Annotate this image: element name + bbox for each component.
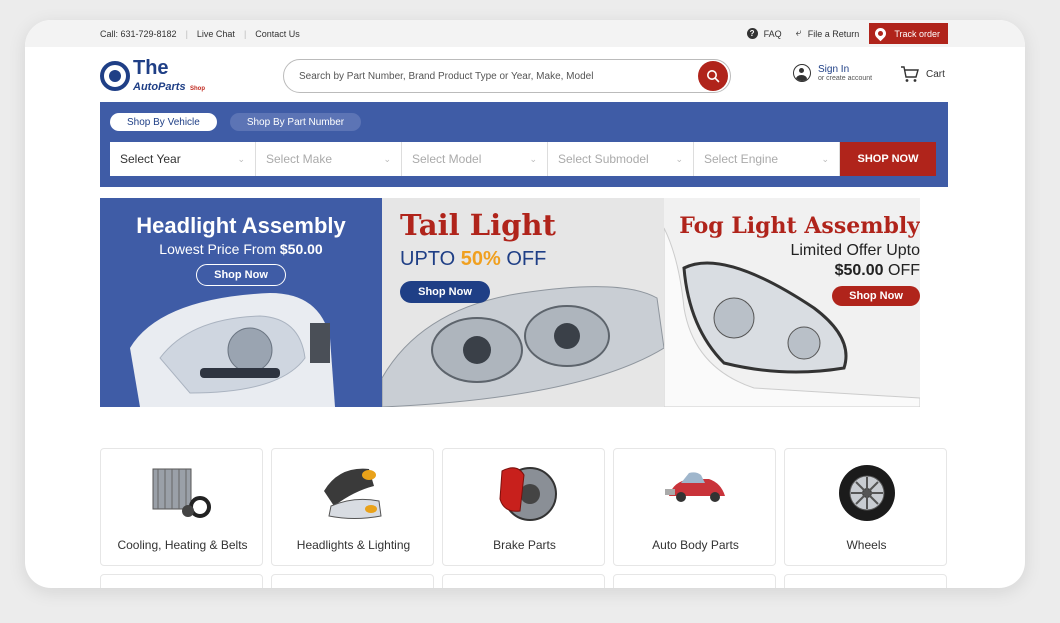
select-year-label: Select Year: [120, 152, 181, 166]
select-submodel[interactable]: Select Submodel ⌄: [548, 142, 694, 176]
category-grid: Cooling, Heating & Belts Headlights & Li…: [100, 448, 955, 566]
cart-icon: [901, 66, 919, 82]
category-label: Brake Parts: [493, 538, 556, 552]
chevron-down-icon: ⌄: [383, 153, 391, 164]
logo-text-shop: Shop: [190, 86, 206, 92]
sign-in-label: Sign In: [818, 63, 850, 75]
cart-label: Cart: [926, 68, 945, 80]
headlight-icon: [323, 468, 382, 519]
select-engine[interactable]: Select Engine ⌄: [694, 142, 840, 176]
chevron-down-icon: ⌄: [675, 153, 683, 164]
banner-subtitle-prefix: Lowest Price From: [159, 241, 276, 257]
category-card[interactable]: [784, 574, 947, 588]
banner-subtitle: Lowest Price From $50.00: [100, 241, 382, 257]
wheel-icon: [838, 465, 895, 521]
logo-text-autoparts: AutoParts: [133, 81, 186, 93]
sign-in-link[interactable]: Sign In or create account: [793, 64, 872, 82]
shop-now-button[interactable]: SHOP NOW: [840, 142, 936, 176]
category-cooling-heating-belts[interactable]: Cooling, Heating & Belts: [100, 448, 263, 566]
promo-banners: Headlight Assembly Lowest Price From $50…: [100, 198, 920, 407]
category-card[interactable]: [442, 574, 605, 588]
chevron-down-icon: ⌄: [237, 153, 245, 164]
divider: |: [243, 28, 247, 39]
question-icon: ?: [746, 28, 758, 39]
divider: |: [185, 28, 188, 39]
category-card[interactable]: [100, 574, 263, 588]
banner-subtitle-prefix: UPTO: [400, 248, 456, 270]
top-bar: Call: 631-729-8182 | Live Chat | Contact…: [25, 20, 1025, 47]
faq-link[interactable]: ? FAQ: [746, 28, 782, 39]
select-make-label: Select Make: [266, 152, 333, 166]
search-bar: [283, 59, 731, 93]
shop-now-button[interactable]: Shop Now: [400, 281, 490, 303]
select-make[interactable]: Select Make ⌄: [256, 142, 402, 176]
contact-us-link[interactable]: Contact Us: [255, 29, 300, 39]
track-order-label: Track order: [894, 28, 940, 39]
banner-title: Fog Light Assembly: [679, 213, 920, 239]
category-grid-row-2: [100, 574, 955, 588]
tab-shop-by-part-number[interactable]: Shop By Part Number: [229, 113, 362, 131]
banner-subtitle: UPTO 50% OFF: [400, 248, 546, 271]
banner-price-line: $50.00 OFF: [835, 262, 920, 280]
radiator-icon: [152, 468, 211, 518]
track-order-button[interactable]: Track order: [869, 23, 948, 44]
banner-tail-light[interactable]: Tail Light UPTO 50% OFF Shop Now: [382, 198, 664, 407]
file-return-link[interactable]: ⤶ File a Return: [796, 27, 860, 40]
banner-headlight-assembly[interactable]: Headlight Assembly Lowest Price From $50…: [100, 198, 382, 407]
select-engine-label: Select Engine: [704, 152, 779, 166]
banner-discount: 50%: [460, 248, 501, 270]
tab-shop-by-vehicle[interactable]: Shop By Vehicle: [110, 113, 217, 131]
banner-title: Tail Light: [400, 208, 556, 242]
category-label: Headlights & Lighting: [296, 538, 411, 552]
banner-price: $50.00: [279, 241, 323, 257]
category-label: Cooling, Heating & Belts: [117, 538, 248, 552]
category-label: Auto Body Parts: [652, 538, 739, 552]
banner-title: Headlight Assembly: [136, 213, 346, 238]
gear-logo-icon: [100, 61, 130, 91]
logo-text-the: The: [133, 57, 169, 79]
search-button[interactable]: [698, 61, 728, 91]
phone-number[interactable]: Call: 631-729-8182: [100, 29, 177, 39]
banner-subtitle-suffix: OFF: [506, 248, 547, 270]
search-icon: [707, 70, 720, 83]
user-icon: [793, 64, 811, 82]
select-model-label: Select Model: [412, 152, 482, 166]
shop-now-button[interactable]: Shop Now: [196, 264, 286, 286]
banner-price-suffix: OFF: [888, 262, 920, 279]
brake-icon: [498, 467, 557, 521]
file-return-label: File a Return: [807, 28, 860, 39]
category-wheels[interactable]: Wheels: [784, 448, 947, 566]
faq-label: FAQ: [763, 28, 782, 39]
site-header: The AutoParts Shop Sign In or create acc…: [25, 47, 1025, 102]
browser-page: Call: 631-729-8182 | Live Chat | Contact…: [25, 20, 1025, 588]
select-model[interactable]: Select Model ⌄: [402, 142, 548, 176]
category-brake-parts[interactable]: Brake Parts: [442, 448, 605, 566]
site-logo[interactable]: The AutoParts Shop: [100, 57, 225, 93]
chevron-down-icon: ⌄: [529, 153, 537, 164]
shop-now-button[interactable]: Shop Now: [832, 286, 920, 306]
banner-subtitle: Limited Offer Upto: [790, 242, 920, 259]
category-auto-body-parts[interactable]: Auto Body Parts: [613, 448, 776, 566]
select-submodel-label: Select Submodel: [558, 152, 649, 166]
car-body-icon: [664, 472, 725, 502]
select-year[interactable]: Select Year ⌄: [110, 142, 256, 176]
category-card[interactable]: [271, 574, 434, 588]
live-chat-link[interactable]: Live Chat: [197, 29, 235, 39]
search-input[interactable]: [299, 70, 698, 82]
category-headlights-lighting[interactable]: Headlights & Lighting: [271, 448, 434, 566]
cart-button[interactable]: Cart: [900, 65, 945, 83]
vehicle-search-panel: Shop By Vehicle Shop By Part Number Sele…: [100, 102, 948, 187]
reply-arrow-icon: ⤶: [795, 27, 802, 39]
chevron-down-icon: ⌄: [821, 153, 829, 164]
banner-fog-light-assembly[interactable]: Fog Light Assembly Limited Offer Upto $5…: [664, 198, 920, 407]
category-label: Wheels: [846, 538, 887, 552]
create-account-label: or create account: [818, 74, 873, 82]
location-pin-icon: [873, 25, 889, 42]
category-card[interactable]: [613, 574, 776, 588]
banner-price: $50.00: [834, 262, 884, 279]
